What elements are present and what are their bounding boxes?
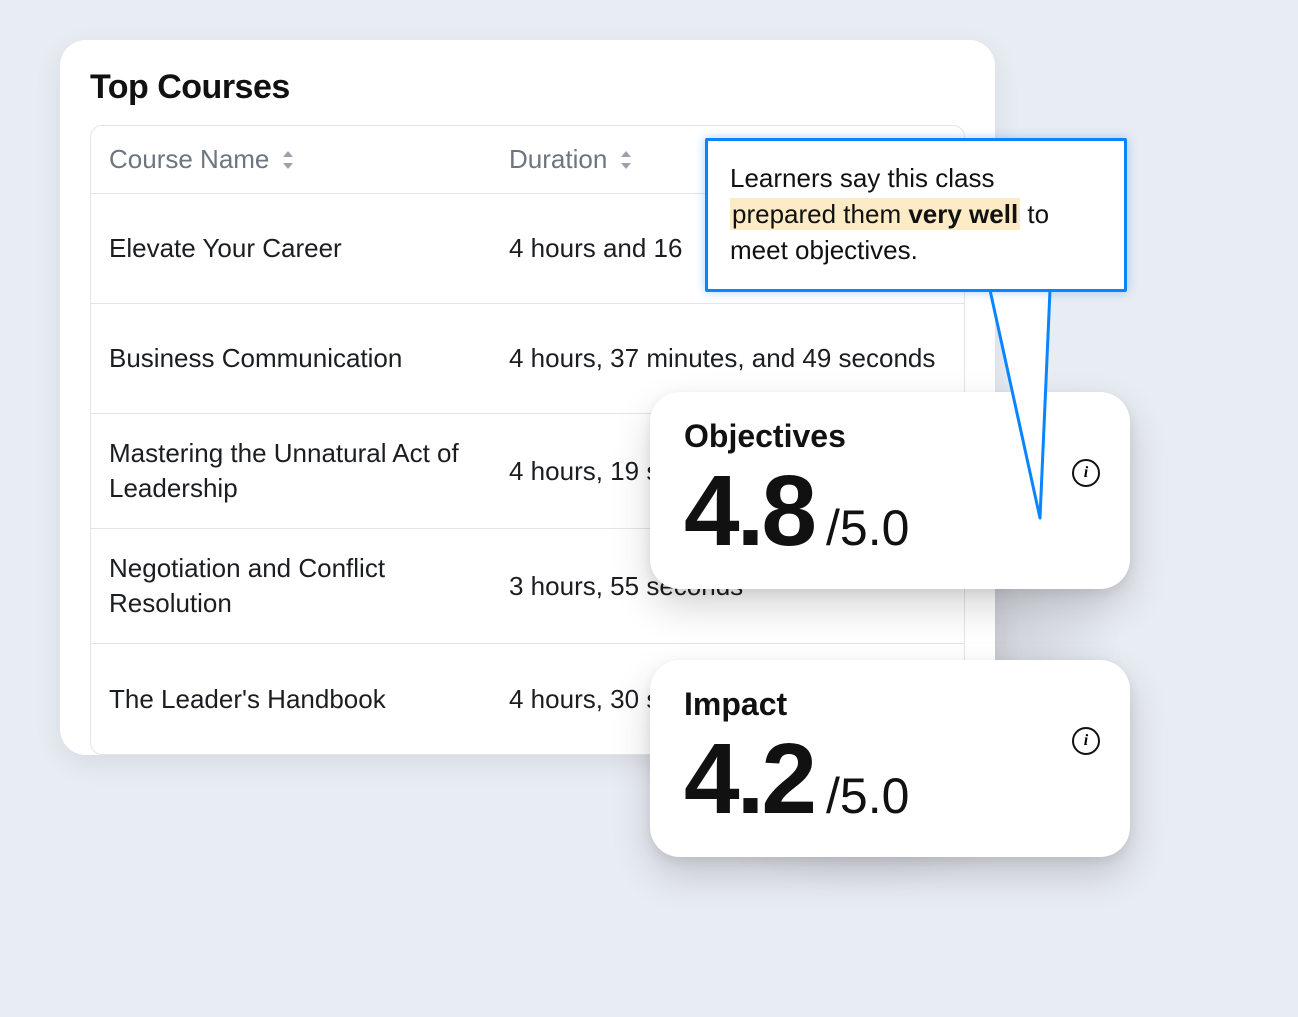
- col-header-course-name[interactable]: Course Name: [91, 126, 491, 193]
- cell-course-name: Mastering the Unnatural Act of Leadershi…: [91, 414, 491, 528]
- info-icon-glyph: i: [1084, 732, 1088, 750]
- col-header-course-name-label: Course Name: [109, 144, 269, 175]
- cell-course-name: The Leader's Handbook: [91, 660, 491, 739]
- metric-value: 4.2: [684, 729, 814, 829]
- metric-card-objectives: Objectives 4.8 /5.0 i: [650, 392, 1130, 589]
- tooltip-highlight: prepared them very well: [730, 198, 1020, 230]
- metric-max: /5.0: [826, 767, 909, 825]
- metric-max: /5.0: [826, 499, 909, 557]
- cell-course-name: Negotiation and Conflict Resolution: [91, 529, 491, 643]
- tooltip-highlight-pre: prepared them: [732, 199, 908, 229]
- cell-course-name: Elevate Your Career: [91, 209, 491, 288]
- cell-duration: 4 hours, 37 minutes, and 49 seconds: [491, 319, 964, 398]
- metric-score: 4.8 /5.0 i: [684, 461, 1096, 561]
- cell-course-name: Business Communication: [91, 319, 491, 398]
- sort-icon: [279, 149, 297, 171]
- tooltip-text-1: Learners say this class: [730, 163, 994, 193]
- metric-label: Objectives: [684, 418, 1096, 455]
- sort-icon: [617, 149, 635, 171]
- info-icon-glyph: i: [1084, 464, 1088, 482]
- metric-score: 4.2 /5.0 i: [684, 729, 1096, 829]
- metric-card-impact: Impact 4.2 /5.0 i: [650, 660, 1130, 857]
- col-header-duration-label: Duration: [509, 144, 607, 175]
- info-icon[interactable]: i: [1072, 727, 1100, 755]
- objectives-tooltip: Learners say this class prepared them ve…: [705, 138, 1127, 292]
- info-icon[interactable]: i: [1072, 459, 1100, 487]
- panel-title: Top Courses: [90, 68, 965, 107]
- metric-label: Impact: [684, 686, 1096, 723]
- metric-value: 4.8: [684, 461, 814, 561]
- tooltip-highlight-bold: very well: [908, 199, 1018, 229]
